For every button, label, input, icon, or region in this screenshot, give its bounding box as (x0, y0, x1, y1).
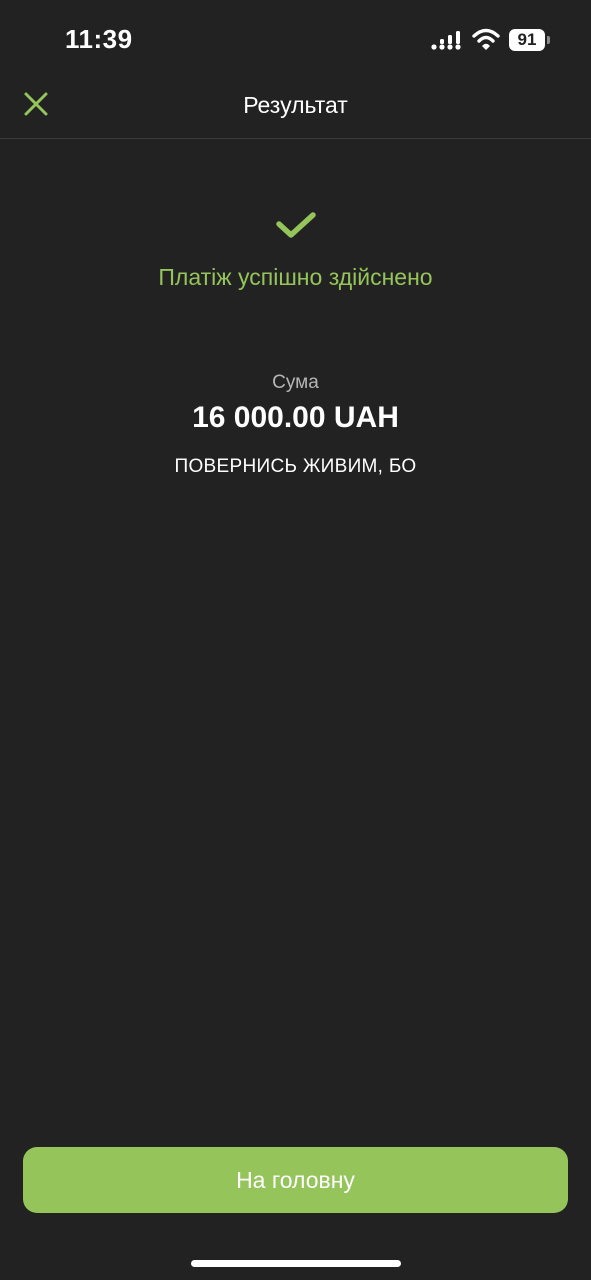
home-button[interactable]: На головну (23, 1147, 568, 1213)
battery-cap (547, 36, 550, 44)
signal-icon (431, 31, 461, 50)
success-message: Платіж успішно здійснено (158, 264, 433, 290)
amount-value: 16 000.00 UAH (192, 401, 399, 434)
home-indicator[interactable] (191, 1260, 401, 1267)
wifi-icon (472, 28, 500, 50)
battery-level: 91 (509, 29, 545, 51)
status-time: 11:39 (65, 24, 133, 54)
battery-icon: 91 (509, 29, 551, 51)
page-title: Результат (243, 92, 348, 118)
payment-purpose: ПОВЕРНИСЬ ЖИВИМ, БО (174, 456, 417, 477)
amount-label: Сума (272, 372, 319, 393)
checkmark-icon (276, 212, 316, 238)
status-bar: 11:39 91 (0, 0, 591, 80)
header: Результат (0, 80, 591, 139)
